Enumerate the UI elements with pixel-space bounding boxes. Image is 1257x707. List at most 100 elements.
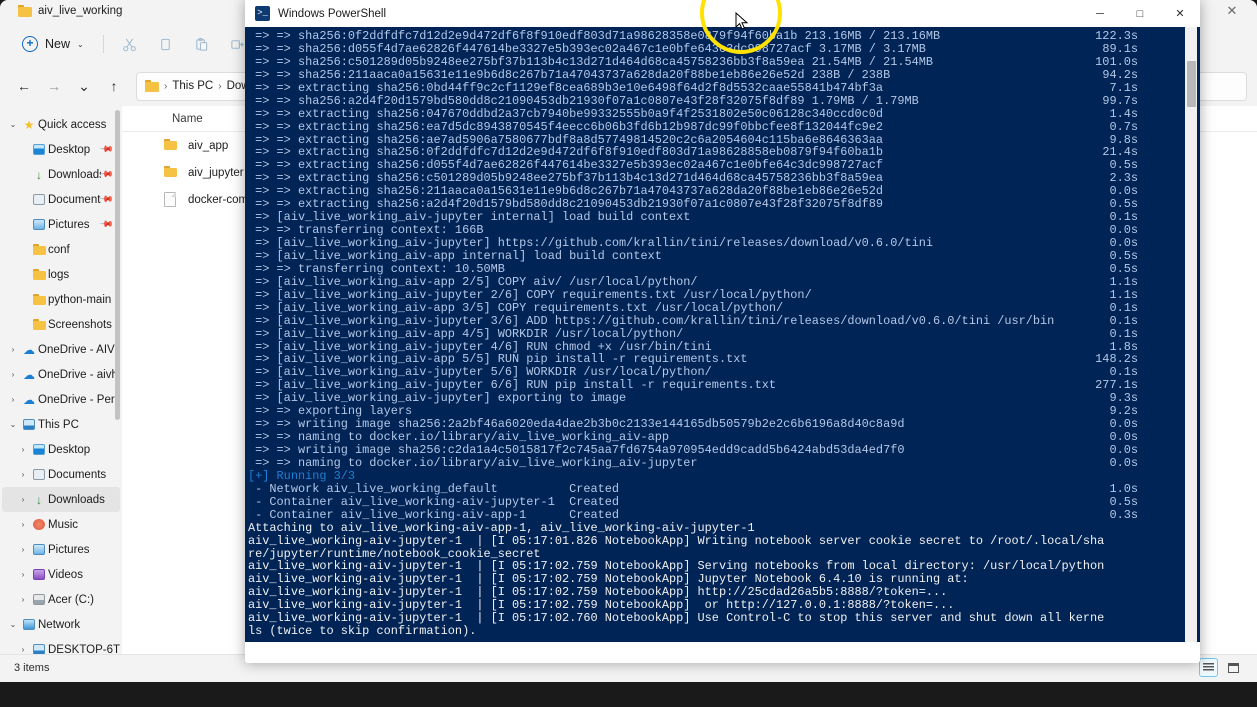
sidebar-item-downloads[interactable]: ↓ Downloads 📌 bbox=[2, 162, 120, 187]
sidebar-item-desktop-6t51e[interactable]: › DESKTOP-6T51E bbox=[2, 637, 120, 654]
file-name-label: aiv_jupyter bbox=[188, 166, 244, 179]
sidebar-item-label: Documents bbox=[48, 468, 107, 481]
chevron-right-icon[interactable]: › bbox=[16, 595, 30, 604]
console-line-text: => => extracting sha256:ea7d5dc894387054… bbox=[248, 119, 884, 134]
new-button-label: New bbox=[45, 37, 71, 51]
recent-locations-button[interactable]: ⌄ bbox=[70, 72, 98, 100]
explorer-tab-label: aiv_live_working bbox=[38, 5, 123, 17]
new-button[interactable]: + New ⌄ bbox=[12, 29, 94, 59]
sidebar-item-label: Screenshots bbox=[48, 318, 112, 331]
console-line-text: => [aiv_live_working_aiv-jupyter 4/6] RU… bbox=[248, 339, 712, 354]
pictures-icon bbox=[30, 219, 48, 230]
console-line-text: => => sha256:0f2ddfdfc7d12d2e9d472df6f8f… bbox=[248, 29, 941, 43]
pin-icon[interactable]: 📌 bbox=[99, 167, 114, 183]
sidebar-item-screenshots[interactable]: Screenshots bbox=[2, 312, 120, 337]
explorer-tab[interactable]: aiv_live_working bbox=[10, 0, 130, 22]
sidebar-item-onedrive-aivhub[interactable]: ›☁OneDrive - aivhub bbox=[2, 362, 120, 387]
chevron-right-icon[interactable]: › bbox=[16, 495, 30, 504]
minimize-button[interactable]: ─ bbox=[1080, 0, 1120, 27]
pin-icon[interactable]: 📌 bbox=[99, 192, 114, 208]
breadcrumb-item-thispc[interactable]: This PC bbox=[172, 80, 213, 92]
chevron-right-icon[interactable]: › bbox=[6, 395, 20, 404]
sidebar-item-this-pc[interactable]: ⌄ This PC bbox=[2, 412, 120, 437]
sidebar-item-logs[interactable]: logs bbox=[2, 262, 120, 287]
chevron-right-icon[interactable]: › bbox=[16, 445, 30, 454]
console-line-text: [+] Running 3/3 bbox=[248, 468, 356, 483]
sidebar-item-desktop[interactable]: › Desktop bbox=[2, 437, 120, 462]
sidebar-item-quick-access[interactable]: ⌄ ★ Quick access bbox=[2, 112, 120, 137]
column-header-name[interactable]: Name bbox=[164, 113, 203, 125]
sidebar-item-onedrive-person[interactable]: ›☁OneDrive - Person bbox=[2, 387, 120, 412]
forward-button[interactable]: → bbox=[40, 72, 68, 100]
sidebar-item-acer-c[interactable]: › Acer (C:) bbox=[2, 587, 120, 612]
sidebar-item-conf[interactable]: conf bbox=[2, 237, 120, 262]
sidebar-scrollbar[interactable] bbox=[115, 110, 120, 420]
sidebar-item-music[interactable]: › Music bbox=[2, 512, 120, 537]
sidebar-item-label: Pictures bbox=[48, 543, 90, 556]
folder-icon bbox=[30, 244, 48, 255]
console-line-text: aiv_live_working-aiv-jupyter-1 | [I 05:1… bbox=[248, 585, 948, 600]
sidebar-item-label: Desktop bbox=[48, 143, 91, 156]
item-count-label: 3 items bbox=[14, 661, 50, 674]
sidebar-item-documents[interactable]: › Documents bbox=[2, 462, 120, 487]
pin-icon[interactable]: 📌 bbox=[99, 217, 114, 233]
sidebar-item-pictures[interactable]: › Pictures bbox=[2, 537, 120, 562]
chevron-right-icon[interactable]: › bbox=[6, 345, 20, 354]
details-view-icon[interactable] bbox=[1199, 658, 1218, 677]
documents-icon bbox=[30, 194, 48, 205]
sidebar-item-documents[interactable]: Documents 📌 bbox=[2, 187, 120, 212]
console-line-text: => => extracting sha256:0f2ddfdfc7d12d2e… bbox=[248, 145, 884, 160]
chevron-right-icon[interactable]: › bbox=[16, 545, 30, 554]
console-output[interactable]: => => sha256:0f2ddfdfc7d12d2e9d472df6f8f… bbox=[245, 27, 1200, 642]
sidebar-item-label: Videos bbox=[48, 568, 83, 581]
up-button[interactable]: ↑ bbox=[100, 72, 128, 100]
sidebar-item-label: DESKTOP-6T51E bbox=[48, 643, 120, 655]
large-icons-view-icon[interactable] bbox=[1224, 658, 1243, 677]
console-line-text: => [aiv_live_working_aiv-jupyter] export… bbox=[248, 391, 627, 406]
chevron-right-icon[interactable]: › bbox=[16, 470, 30, 479]
chevron-down-icon[interactable]: ⌄ bbox=[6, 420, 20, 429]
sidebar-item-downloads[interactable]: › ↓ Downloads bbox=[2, 487, 120, 512]
console-line-text: => [aiv_live_working_aiv-app 2/5] COPY a… bbox=[248, 274, 698, 289]
cut-icon[interactable] bbox=[113, 29, 147, 59]
paste-icon[interactable] bbox=[185, 29, 219, 59]
pin-icon[interactable]: 📌 bbox=[99, 142, 114, 158]
console-line-text: => => extracting sha256:211aaca0a15631e1… bbox=[248, 184, 884, 199]
console-line-text: => => extracting sha256:c501289d05b9248e… bbox=[248, 171, 884, 186]
console-line-duration: 7.1s bbox=[1109, 80, 1138, 95]
chevron-right-icon[interactable]: › bbox=[16, 645, 30, 654]
console-line-text: => [aiv_live_working_aiv-app 3/5] COPY r… bbox=[248, 300, 784, 315]
sidebar-item-label: Pictures bbox=[48, 218, 90, 231]
sidebar-item-python-main[interactable]: python-main bbox=[2, 287, 120, 312]
powershell-title-bar[interactable]: >_ Windows PowerShell ─ □ ✕ bbox=[245, 0, 1200, 27]
sidebar-item-label: OneDrive - AIVHU bbox=[38, 343, 120, 356]
sidebar-item-onedrive-aivhu[interactable]: ›☁OneDrive - AIVHU bbox=[2, 337, 120, 362]
back-button[interactable]: ← bbox=[10, 72, 38, 100]
copy-icon[interactable] bbox=[149, 29, 183, 59]
console-line-duration: 1.1s bbox=[1109, 274, 1138, 289]
console-line-text: => [aiv_live_working_aiv-jupyter 2/6] CO… bbox=[248, 287, 812, 302]
sidebar-item-pictures[interactable]: Pictures 📌 bbox=[2, 212, 120, 237]
network-icon bbox=[20, 619, 38, 630]
star-icon: ★ bbox=[23, 117, 35, 132]
console-line-text: => => writing image sha256:c2da1a4c50158… bbox=[248, 443, 905, 457]
explorer-close-button[interactable]: ✕ bbox=[1221, 1, 1243, 21]
document-icon bbox=[164, 192, 188, 207]
console-scrollbar-track[interactable] bbox=[1185, 27, 1197, 642]
console-line-duration: 0.5s bbox=[1109, 248, 1138, 263]
chevron-down-icon[interactable]: ⌄ bbox=[6, 120, 20, 129]
sidebar-item-network[interactable]: ⌄ Network bbox=[2, 612, 120, 637]
sidebar-item-videos[interactable]: › Videos bbox=[2, 562, 120, 587]
sidebar-item-desktop[interactable]: Desktop 📌 bbox=[2, 137, 120, 162]
sidebar-item-label: Documents bbox=[48, 193, 101, 206]
downloads-icon: ↓ bbox=[36, 492, 42, 507]
chevron-right-icon[interactable]: › bbox=[16, 570, 30, 579]
chevron-down-icon[interactable]: ⌄ bbox=[6, 620, 20, 629]
folder-icon bbox=[30, 294, 48, 305]
console-scrollbar-thumb[interactable] bbox=[1187, 61, 1196, 107]
maximize-button[interactable]: □ bbox=[1120, 0, 1160, 27]
close-button[interactable]: ✕ bbox=[1160, 0, 1200, 27]
chevron-right-icon[interactable]: › bbox=[6, 370, 20, 379]
sidebar-item-label: Quick access bbox=[38, 118, 107, 131]
chevron-right-icon[interactable]: › bbox=[16, 520, 30, 529]
